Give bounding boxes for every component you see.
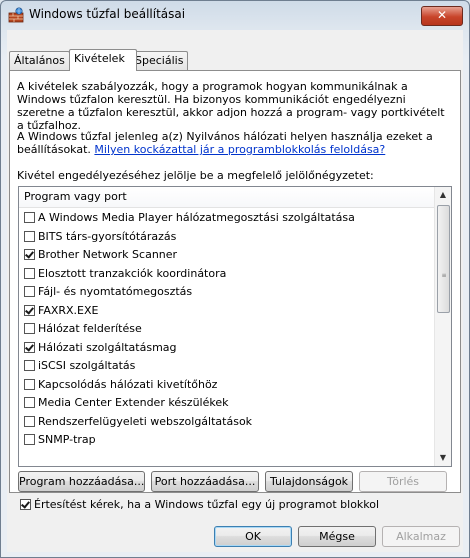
exception-label: Rendszerfelügyeleti webszolgáltatások	[38, 414, 253, 428]
exception-label: Hálózat felderítése	[38, 322, 142, 335]
exception-checkbox[interactable]	[24, 230, 35, 242]
properties-button[interactable]: Tulajdonságok	[265, 471, 353, 492]
add-program-button[interactable]: Program hozzáadása...	[18, 471, 145, 492]
notify-option[interactable]: Értesítést kérek, ha a Windows tűzfal eg…	[20, 498, 379, 511]
dialog-client: Általános Kivételek Speciális A kivétele…	[7, 30, 463, 552]
list-item[interactable]: Rendszerfelügyeleti webszolgáltatások	[19, 413, 434, 432]
risk-help-link[interactable]: Milyen kockázattal jár a programblokkolá…	[94, 143, 385, 156]
intro-text: A kivételek szabályozzák, hogy a program…	[17, 80, 445, 132]
exception-label: Fájl- és nyomtatómegosztás	[38, 285, 193, 298]
exception-checkbox[interactable]	[24, 397, 35, 408]
exception-label: Hálózati szolgáltatásmag	[38, 340, 177, 354]
exception-checkbox[interactable]	[24, 249, 35, 260]
list-item[interactable]: BITS társ-gyorsítótárazás	[19, 228, 434, 247]
list-item[interactable]: Fájl- és nyomtatómegosztás	[19, 283, 434, 302]
exception-checkbox[interactable]	[24, 286, 35, 297]
list-caption: Kivétel engedélyezéséhez jelölje be a me…	[17, 169, 374, 182]
exception-label: Brother Network Scanner	[38, 248, 178, 261]
list-item[interactable]: Elosztott tranzakciók koordinátora	[19, 265, 434, 284]
exception-checkbox[interactable]	[24, 378, 35, 390]
ok-button[interactable]: OK	[214, 526, 292, 547]
exceptions-list[interactable]: Program vagy port A Windows Media Player…	[18, 186, 452, 467]
cancel-button[interactable]: Mégse	[298, 526, 376, 547]
notify-label: Értesítést kérek, ha a Windows tűzfal eg…	[34, 498, 380, 511]
apply-button[interactable]: Alkalmaz	[382, 526, 460, 547]
profile-paragraph: A Windows tűzfal jelenleg a(z) Nyilvános…	[17, 130, 453, 156]
scroll-down-icon[interactable]: ▼	[435, 450, 451, 466]
list-item[interactable]: Hálózati szolgáltatásmag	[19, 339, 434, 358]
list-item[interactable]: A Windows Media Player hálózatmegosztási…	[19, 209, 434, 228]
exception-label: Elosztott tranzakciók koordinátora	[38, 266, 227, 280]
exception-label: A Windows Media Player hálózatmegosztási…	[38, 211, 355, 224]
firewall-icon	[8, 7, 24, 23]
list-item[interactable]: Hálózat felderítése	[19, 320, 434, 339]
close-button[interactable]: ✕	[421, 6, 463, 26]
add-port-button[interactable]: Port hozzáadása...	[151, 471, 259, 492]
tab-exceptions[interactable]: Kivételek	[69, 49, 137, 71]
scroll-grip-icon: ≡	[441, 272, 447, 279]
exception-label: Kapcsolódás hálózati kivetítőhöz	[38, 377, 218, 391]
exception-checkbox[interactable]	[24, 323, 35, 334]
window-title: Windows tűzfal beállításai	[29, 7, 186, 21]
list-item[interactable]: iSCSI szolgáltatás	[19, 357, 434, 376]
list-scrollbar[interactable]: ▲ ≡ ▼	[434, 187, 451, 466]
exception-label: SNMP-trap	[38, 433, 96, 446]
scroll-thumb[interactable]: ≡	[437, 205, 450, 313]
list-item[interactable]: Kapcsolódás hálózati kivetítőhöz	[19, 376, 434, 395]
exceptions-panel: A kivételek szabályozzák, hogy a program…	[9, 70, 461, 511]
exceptions-items: A Windows Media Player hálózatmegosztási…	[19, 209, 434, 450]
dialog-window: Windows tűzfal beállításai ✕ Általános K…	[0, 0, 470, 558]
exception-checkbox[interactable]	[24, 360, 35, 371]
tab-advanced[interactable]: Speciális	[130, 51, 188, 70]
list-item[interactable]: Media Center Extender készülékek	[19, 394, 434, 413]
list-item[interactable]: Brother Network Scanner	[19, 246, 434, 265]
list-item[interactable]: FAXRX.EXE	[19, 302, 434, 321]
list-column-header[interactable]: Program vagy port	[19, 187, 439, 208]
exception-checkbox[interactable]	[24, 267, 35, 279]
exception-checkbox[interactable]	[24, 212, 35, 223]
title-bar: Windows tűzfal beállításai ✕	[1, 1, 469, 29]
exception-label: BITS társ-gyorsítótárazás	[38, 229, 177, 243]
tab-general[interactable]: Általános	[9, 51, 70, 70]
exception-checkbox[interactable]	[24, 304, 35, 316]
list-item[interactable]: SNMP-trap	[19, 431, 434, 450]
exception-checkbox[interactable]	[24, 341, 35, 353]
exception-checkbox[interactable]	[24, 434, 35, 445]
exception-checkbox[interactable]	[24, 415, 35, 427]
exception-label: Media Center Extender készülékek	[38, 396, 229, 409]
exception-label: FAXRX.EXE	[38, 303, 99, 317]
delete-button[interactable]: Törlés	[359, 471, 447, 492]
scroll-up-icon[interactable]: ▲	[435, 187, 451, 203]
notify-checkbox[interactable]	[20, 499, 31, 510]
exception-label: iSCSI szolgáltatás	[38, 359, 136, 372]
